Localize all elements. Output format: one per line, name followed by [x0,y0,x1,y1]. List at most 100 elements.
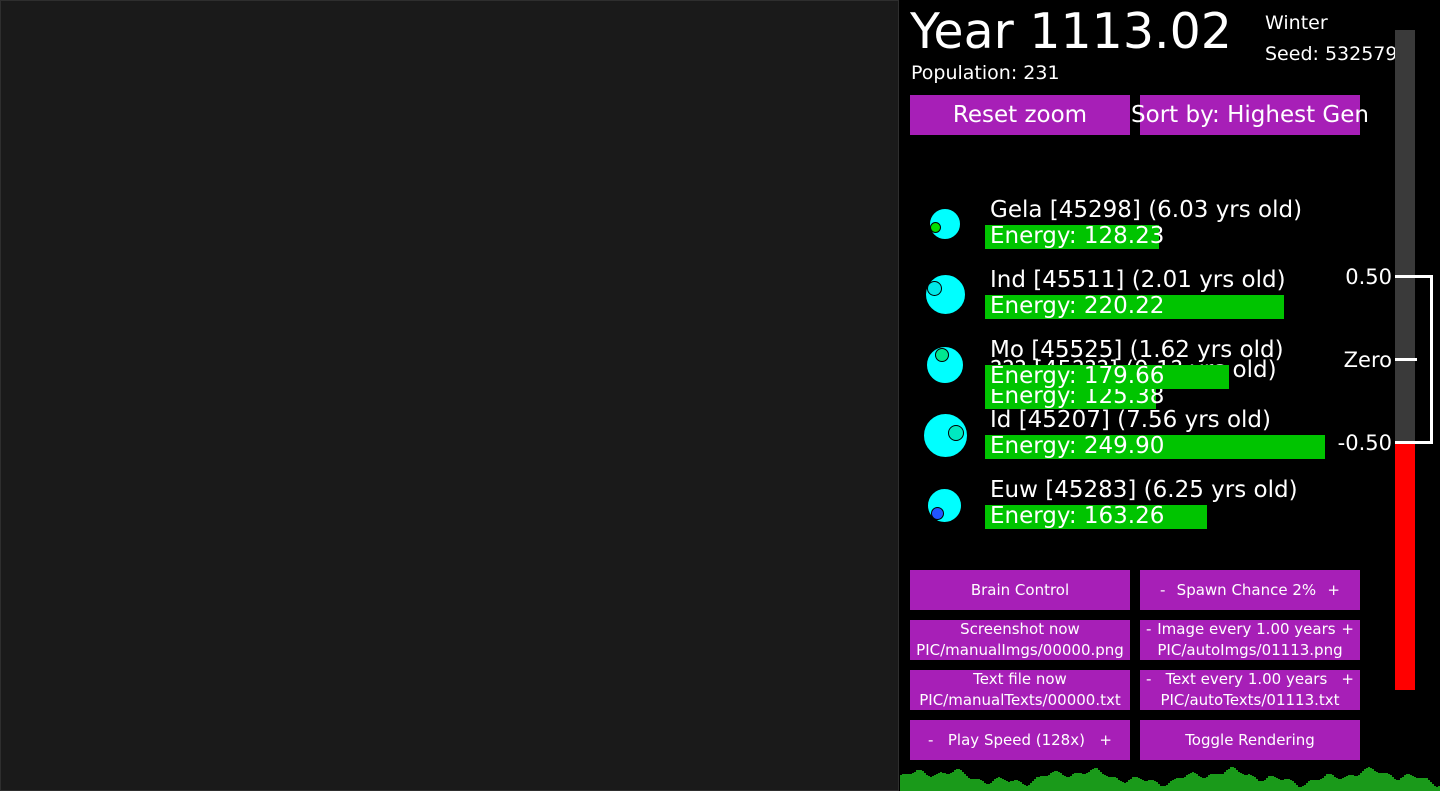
creature-entry-2[interactable]: Ind [45511] (2.01 yrs old) Energy: 220.2… [915,267,1385,327]
spawn-chance-decrease-button[interactable]: - [1160,581,1165,599]
population-graph-bar [1266,778,1268,791]
population-graph-bar [1022,784,1024,791]
text-interval-decrease-button[interactable]: - [1146,669,1151,690]
creature-name: Mo [45525] (1.62 yrs old) [990,337,1284,363]
population-graph-bar [1340,779,1342,791]
population-graph-bar [1042,776,1044,791]
population-graph-bar [1362,771,1364,791]
population-graph-bar [1184,777,1186,791]
creature-name: Euw [45283] (6.25 yrs old) [990,477,1298,503]
population-graph-bar [1410,775,1412,791]
population-graph-bar [1116,778,1118,791]
population-graph-bar [926,775,928,791]
creature-entry-6[interactable]: Euw [45283] (6.25 yrs old) Energy: 163.2… [915,477,1385,537]
population-graph-bar [934,775,936,791]
population-graph-bar [1146,781,1148,791]
creature-entry-4[interactable]: Mo [45525] (1.62 yrs old) Energy: 179.66 [915,337,1385,397]
population-graph-bar [1398,780,1400,791]
population-graph-bar [1350,775,1352,791]
temperature-label-high: 0.50 [1345,265,1392,289]
population-graph-bar [1390,775,1392,791]
population-graph-bar [1152,780,1154,791]
population-graph-bar [1276,778,1278,791]
population-graph-bar [1104,775,1106,791]
population-graph-bar [1418,778,1420,791]
population-graph-bar [996,778,998,791]
text-interval-increase-button[interactable]: + [1341,669,1354,690]
creature-entry-5[interactable]: Id [45207] (7.56 yrs old) Energy: 249.90 [915,407,1385,467]
world-viewport[interactable] [0,0,899,791]
population-graph-bar [1182,778,1184,791]
play-speed-decrease-button[interactable]: - [928,731,933,749]
image-interval-control: - Image every 1.00 years + PIC/autoImgs/… [1140,620,1360,660]
population-graph-bar [1040,776,1042,791]
population-graph-bar [1164,786,1166,791]
image-interval-increase-button[interactable]: + [1341,619,1354,640]
creature-energy-text: Energy: 249.90 [990,433,1165,459]
population-graph-bar [1086,773,1088,791]
population-graph-bar [1112,777,1114,791]
brain-control-button[interactable]: Brain Control [910,570,1130,610]
population-graph-bar [1308,781,1310,791]
spawn-chance-increase-button[interactable]: + [1327,581,1340,599]
population-graph-bar [1346,776,1348,791]
text-interval-control: - Text every 1.00 years + PIC/autoTexts/… [1140,670,1360,710]
population-graph-bar [1336,778,1338,791]
population-graph-bar [1364,769,1366,791]
population-graph-bar [1256,779,1258,791]
population-graph-bar [1328,774,1330,791]
population-graph-bar [1326,774,1328,791]
population-graph-bar [1066,777,1068,791]
population-graph-bar [1084,774,1086,791]
population-graph-bar [1210,774,1212,791]
population-graph-bar [1226,770,1228,791]
population-graph-bar [1026,786,1028,791]
image-interval-decrease-button[interactable]: - [1146,619,1151,640]
spawn-chance-control: - Spawn Chance 2% + [1140,570,1360,610]
population-graph-bar [1060,773,1062,791]
population-graph-bar [1150,780,1152,791]
creature-energy-text: Energy: 220.22 [990,293,1165,319]
population-graph-bar [1202,778,1204,791]
toggle-rendering-button[interactable]: Toggle Rendering [1140,720,1360,760]
population-graph-bar [974,779,976,791]
population-graph-bar [1108,777,1110,791]
population-graph-bar [1190,773,1192,791]
population-graph-bar [1312,780,1314,791]
seed-label: Seed: 532579 [1265,43,1398,65]
population-graph-bar [1332,775,1334,791]
population-graph-bar [1048,775,1050,791]
creature-energy-text: Energy: 179.66 [990,363,1165,389]
play-speed-increase-button[interactable]: + [1099,731,1112,749]
population-graph-bar [1024,785,1026,791]
population-graph-bar [1078,773,1080,791]
population-graph-bar [1080,773,1082,791]
population-graph-bar [1426,778,1428,791]
sort-by-button[interactable]: Sort by: Highest Gen [1131,95,1369,135]
population-graph-bar [1090,770,1092,791]
population-graph-bar [1228,769,1230,791]
population-graph-bar [1134,777,1136,791]
population-graph-bar [1290,780,1292,791]
population-graph-bar [982,781,984,791]
text-interval-path: PIC/autoTexts/01113.txt [1160,691,1340,709]
population-graph-bar [954,770,956,791]
population-graph-bar [1004,780,1006,791]
population-graph-bar [1338,779,1340,791]
population-graph-bar [1038,777,1040,791]
population-graph-bar [1114,777,1116,791]
creature-entry-1[interactable]: Gela [45298] (6.03 yrs old) Energy: 128.… [915,197,1385,257]
text-file-now-button[interactable]: Text file now PIC/manualTexts/00000.txt [910,670,1130,710]
population-graph-bar [916,770,918,791]
population-graph-bar [1246,775,1248,791]
creature-mouth-icon [927,281,942,296]
population-graph-bar [1386,773,1388,791]
population-graph-bar [1282,780,1284,791]
population-graph-bar [992,781,994,791]
population-graph-bar [1404,775,1406,791]
population-graph-bar [1330,774,1332,791]
image-interval-path: PIC/autoImgs/01113.png [1157,641,1343,659]
reset-zoom-button[interactable]: Reset zoom [910,95,1130,135]
population-graph-bar [984,783,986,791]
screenshot-now-button[interactable]: Screenshot now PIC/manualImgs/00000.png [910,620,1130,660]
